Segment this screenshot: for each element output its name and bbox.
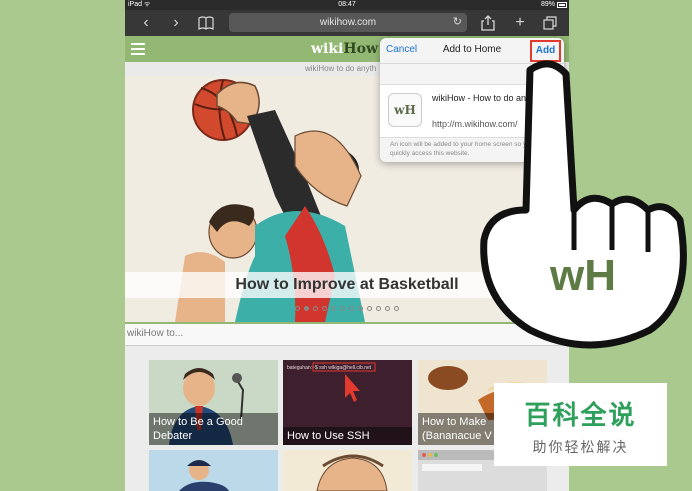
article-tile-debater[interactable]: How to Be a Good Debater — [149, 360, 278, 445]
carousel-dot[interactable] — [394, 306, 399, 311]
hand-badge: wH — [549, 251, 616, 300]
pointing-hand-icon: wH — [480, 60, 687, 349]
carousel-dot[interactable] — [367, 306, 372, 311]
carousel-dot[interactable] — [376, 306, 381, 311]
battery-icon — [557, 2, 567, 8]
url-text: wikihow.com — [319, 17, 377, 28]
back-icon[interactable]: ‹ — [135, 12, 157, 34]
carousel-dot[interactable] — [385, 306, 390, 311]
new-tab-icon[interactable]: + — [509, 12, 531, 34]
status-bar: iPad ᯤ 08:47 89% — [125, 0, 569, 10]
carousel-dot[interactable] — [340, 306, 345, 311]
search-placeholder: wikiHow to... — [127, 328, 184, 339]
battery-percent: 89% — [540, 1, 555, 8]
safari-toolbar: ‹ › wikihow.com ↻ + — [125, 10, 569, 36]
address-bar[interactable]: wikihow.com ↻ — [229, 13, 467, 32]
carousel-dot[interactable] — [358, 306, 363, 311]
watermark-subtitle: 助你轻松解决 — [532, 440, 629, 456]
menu-icon[interactable] — [131, 43, 145, 55]
watermark-logo: 百科全说 助你轻松解决 — [494, 383, 667, 466]
article-tile-baseball[interactable] — [149, 450, 278, 491]
reload-icon[interactable]: ↻ — [453, 13, 462, 32]
wikihow-logo[interactable]: wikiHow — [311, 41, 378, 57]
carousel-dot[interactable] — [304, 306, 309, 311]
carousel-dot[interactable] — [313, 306, 318, 311]
share-icon[interactable] — [477, 12, 499, 34]
tile-caption: How to Use SSH — [283, 427, 412, 445]
carousel-dot[interactable] — [322, 306, 327, 311]
add-button[interactable]: Add — [530, 40, 561, 62]
forward-icon[interactable]: › — [165, 12, 187, 34]
article-tile-face[interactable] — [283, 450, 412, 491]
terminal-line: bateguhan:~$ ssh wikiga@hell.cib.net — [287, 365, 372, 371]
app-icon: wH — [388, 93, 422, 127]
tile-caption: How to Be a Good Debater — [149, 413, 278, 445]
face-illustration — [283, 450, 412, 491]
carousel-dot[interactable] — [295, 306, 300, 311]
tabs-icon[interactable] — [539, 12, 561, 34]
baseball-illustration — [149, 450, 278, 491]
article-tile-ssh[interactable]: bateguhan:~$ ssh wikiga@hell.cib.net How… — [283, 360, 412, 445]
status-time: 08:47 — [338, 1, 356, 8]
carousel-dot[interactable] — [349, 306, 354, 311]
bookmarks-icon[interactable] — [195, 12, 217, 34]
carousel-dot[interactable] — [331, 306, 336, 311]
watermark-title: 百科全说 — [524, 401, 637, 431]
